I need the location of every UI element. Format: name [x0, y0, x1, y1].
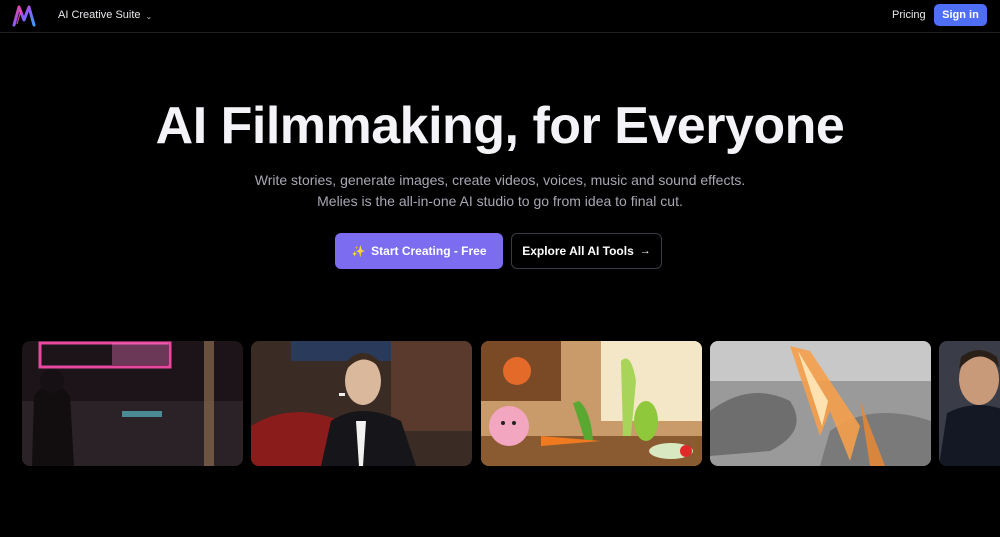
animated-vegetables-image [481, 341, 702, 466]
sign-in-button[interactable]: Sign in [934, 4, 987, 26]
gallery-item-fire-sketch[interactable] [710, 341, 931, 466]
explore-tools-button[interactable]: Explore All AI Tools → [511, 233, 662, 269]
start-creating-label: Start Creating - Free [371, 244, 487, 258]
hero-subtitle: Write stories, generate images, create v… [0, 170, 1000, 212]
hero-subtitle-line-1: Write stories, generate images, create v… [254, 172, 746, 188]
top-nav: AI Creative Suite ⌄ Pricing Sign in [0, 0, 1000, 33]
neon-street-image [22, 341, 243, 466]
suite-menu-label: AI Creative Suite [58, 9, 141, 21]
man-in-suit-image [251, 341, 472, 466]
fire-explosion-image [710, 341, 931, 466]
gallery-item-vegetables[interactable] [481, 341, 702, 466]
suite-menu[interactable]: AI Creative Suite ⌄ [58, 9, 152, 21]
gallery-item-neon-street[interactable] [22, 341, 243, 466]
sample-gallery [0, 341, 1000, 466]
arrow-right-icon: → [639, 245, 651, 257]
man-portrait-image [939, 341, 1000, 466]
melies-logo-icon[interactable] [12, 4, 38, 28]
gallery-item-portrait[interactable] [939, 341, 1000, 466]
start-creating-button[interactable]: ✨ Start Creating - Free [335, 233, 503, 269]
pricing-link[interactable]: Pricing [892, 9, 926, 21]
sparkles-icon: ✨ [351, 245, 366, 258]
chevron-down-icon: ⌄ [145, 11, 153, 21]
gallery-item-man-in-suit[interactable] [251, 341, 472, 466]
hero-title: AI Filmmaking, for Everyone [155, 97, 845, 155]
hero-subtitle-line-2: Melies is the all-in-one AI studio to go… [317, 193, 683, 209]
explore-tools-label: Explore All AI Tools [522, 244, 634, 258]
